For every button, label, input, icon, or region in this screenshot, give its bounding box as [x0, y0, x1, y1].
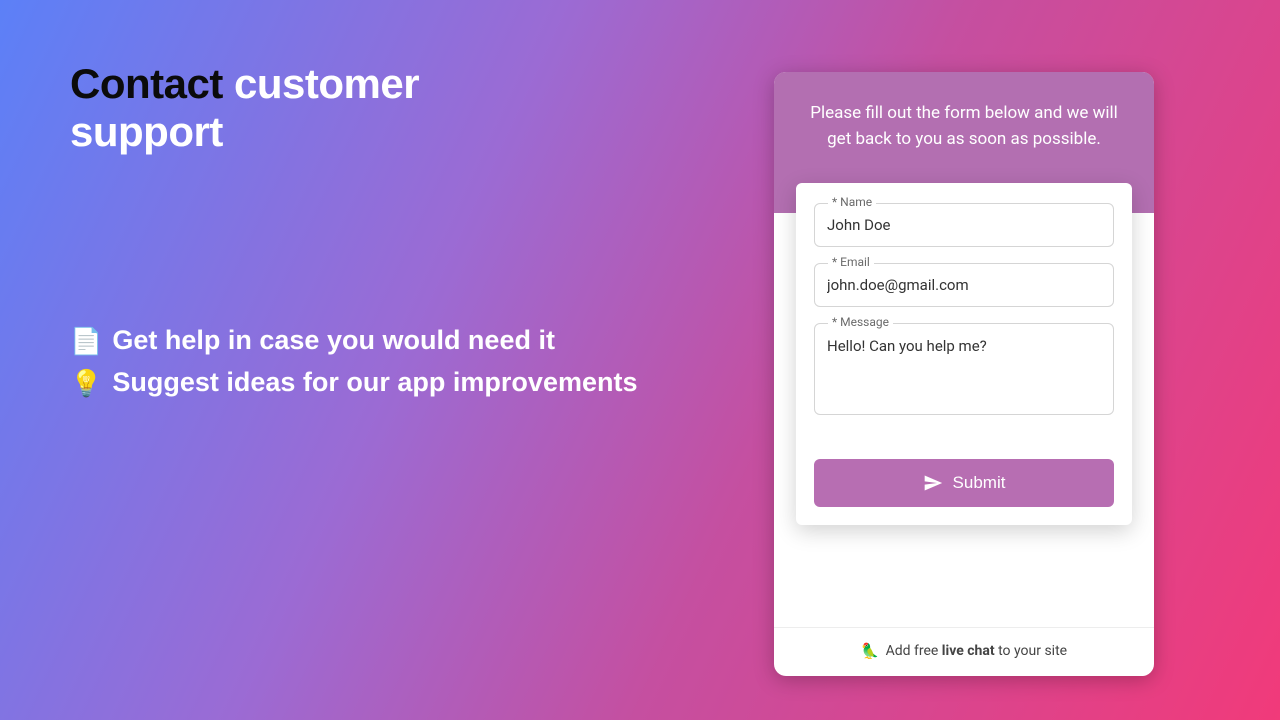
- footer-text: Add free live chat to your site: [886, 643, 1067, 659]
- field-email: * Email: [814, 263, 1114, 307]
- field-name: * Name: [814, 203, 1114, 247]
- email-label: * Email: [828, 255, 874, 269]
- page-title: Contact customer support: [70, 60, 560, 156]
- message-input[interactable]: Hello! Can you help me?: [814, 323, 1114, 415]
- name-input[interactable]: [814, 203, 1114, 247]
- name-label: * Name: [828, 195, 876, 209]
- bullet-suggest-text: Suggest ideas for our app improvements: [112, 362, 637, 404]
- bullet-help-text: Get help in case you would need it: [112, 320, 555, 362]
- feature-bullets: 📄 Get help in case you would need it 💡 S…: [70, 320, 637, 404]
- card-footer[interactable]: 🦜 Add free live chat to your site: [774, 627, 1154, 676]
- title-dark: Contact: [70, 60, 223, 107]
- document-icon: 📄: [70, 321, 102, 361]
- bullet-help: 📄 Get help in case you would need it: [70, 320, 637, 362]
- bullet-suggest: 💡 Suggest ideas for our app improvements: [70, 362, 637, 404]
- parrot-icon: 🦜: [861, 642, 880, 660]
- message-label: * Message: [828, 315, 893, 329]
- form-panel: * Name * Email * Message Hello! Can you …: [796, 183, 1132, 525]
- lightbulb-icon: 💡: [70, 363, 102, 403]
- card-body: * Name * Email * Message Hello! Can you …: [774, 213, 1154, 627]
- email-input[interactable]: [814, 263, 1114, 307]
- submit-label: Submit: [953, 473, 1006, 493]
- submit-button[interactable]: Submit: [814, 459, 1114, 507]
- contact-card: Please fill out the form below and we wi…: [774, 72, 1154, 676]
- field-message: * Message Hello! Can you help me?: [814, 323, 1114, 419]
- send-icon: [923, 473, 943, 493]
